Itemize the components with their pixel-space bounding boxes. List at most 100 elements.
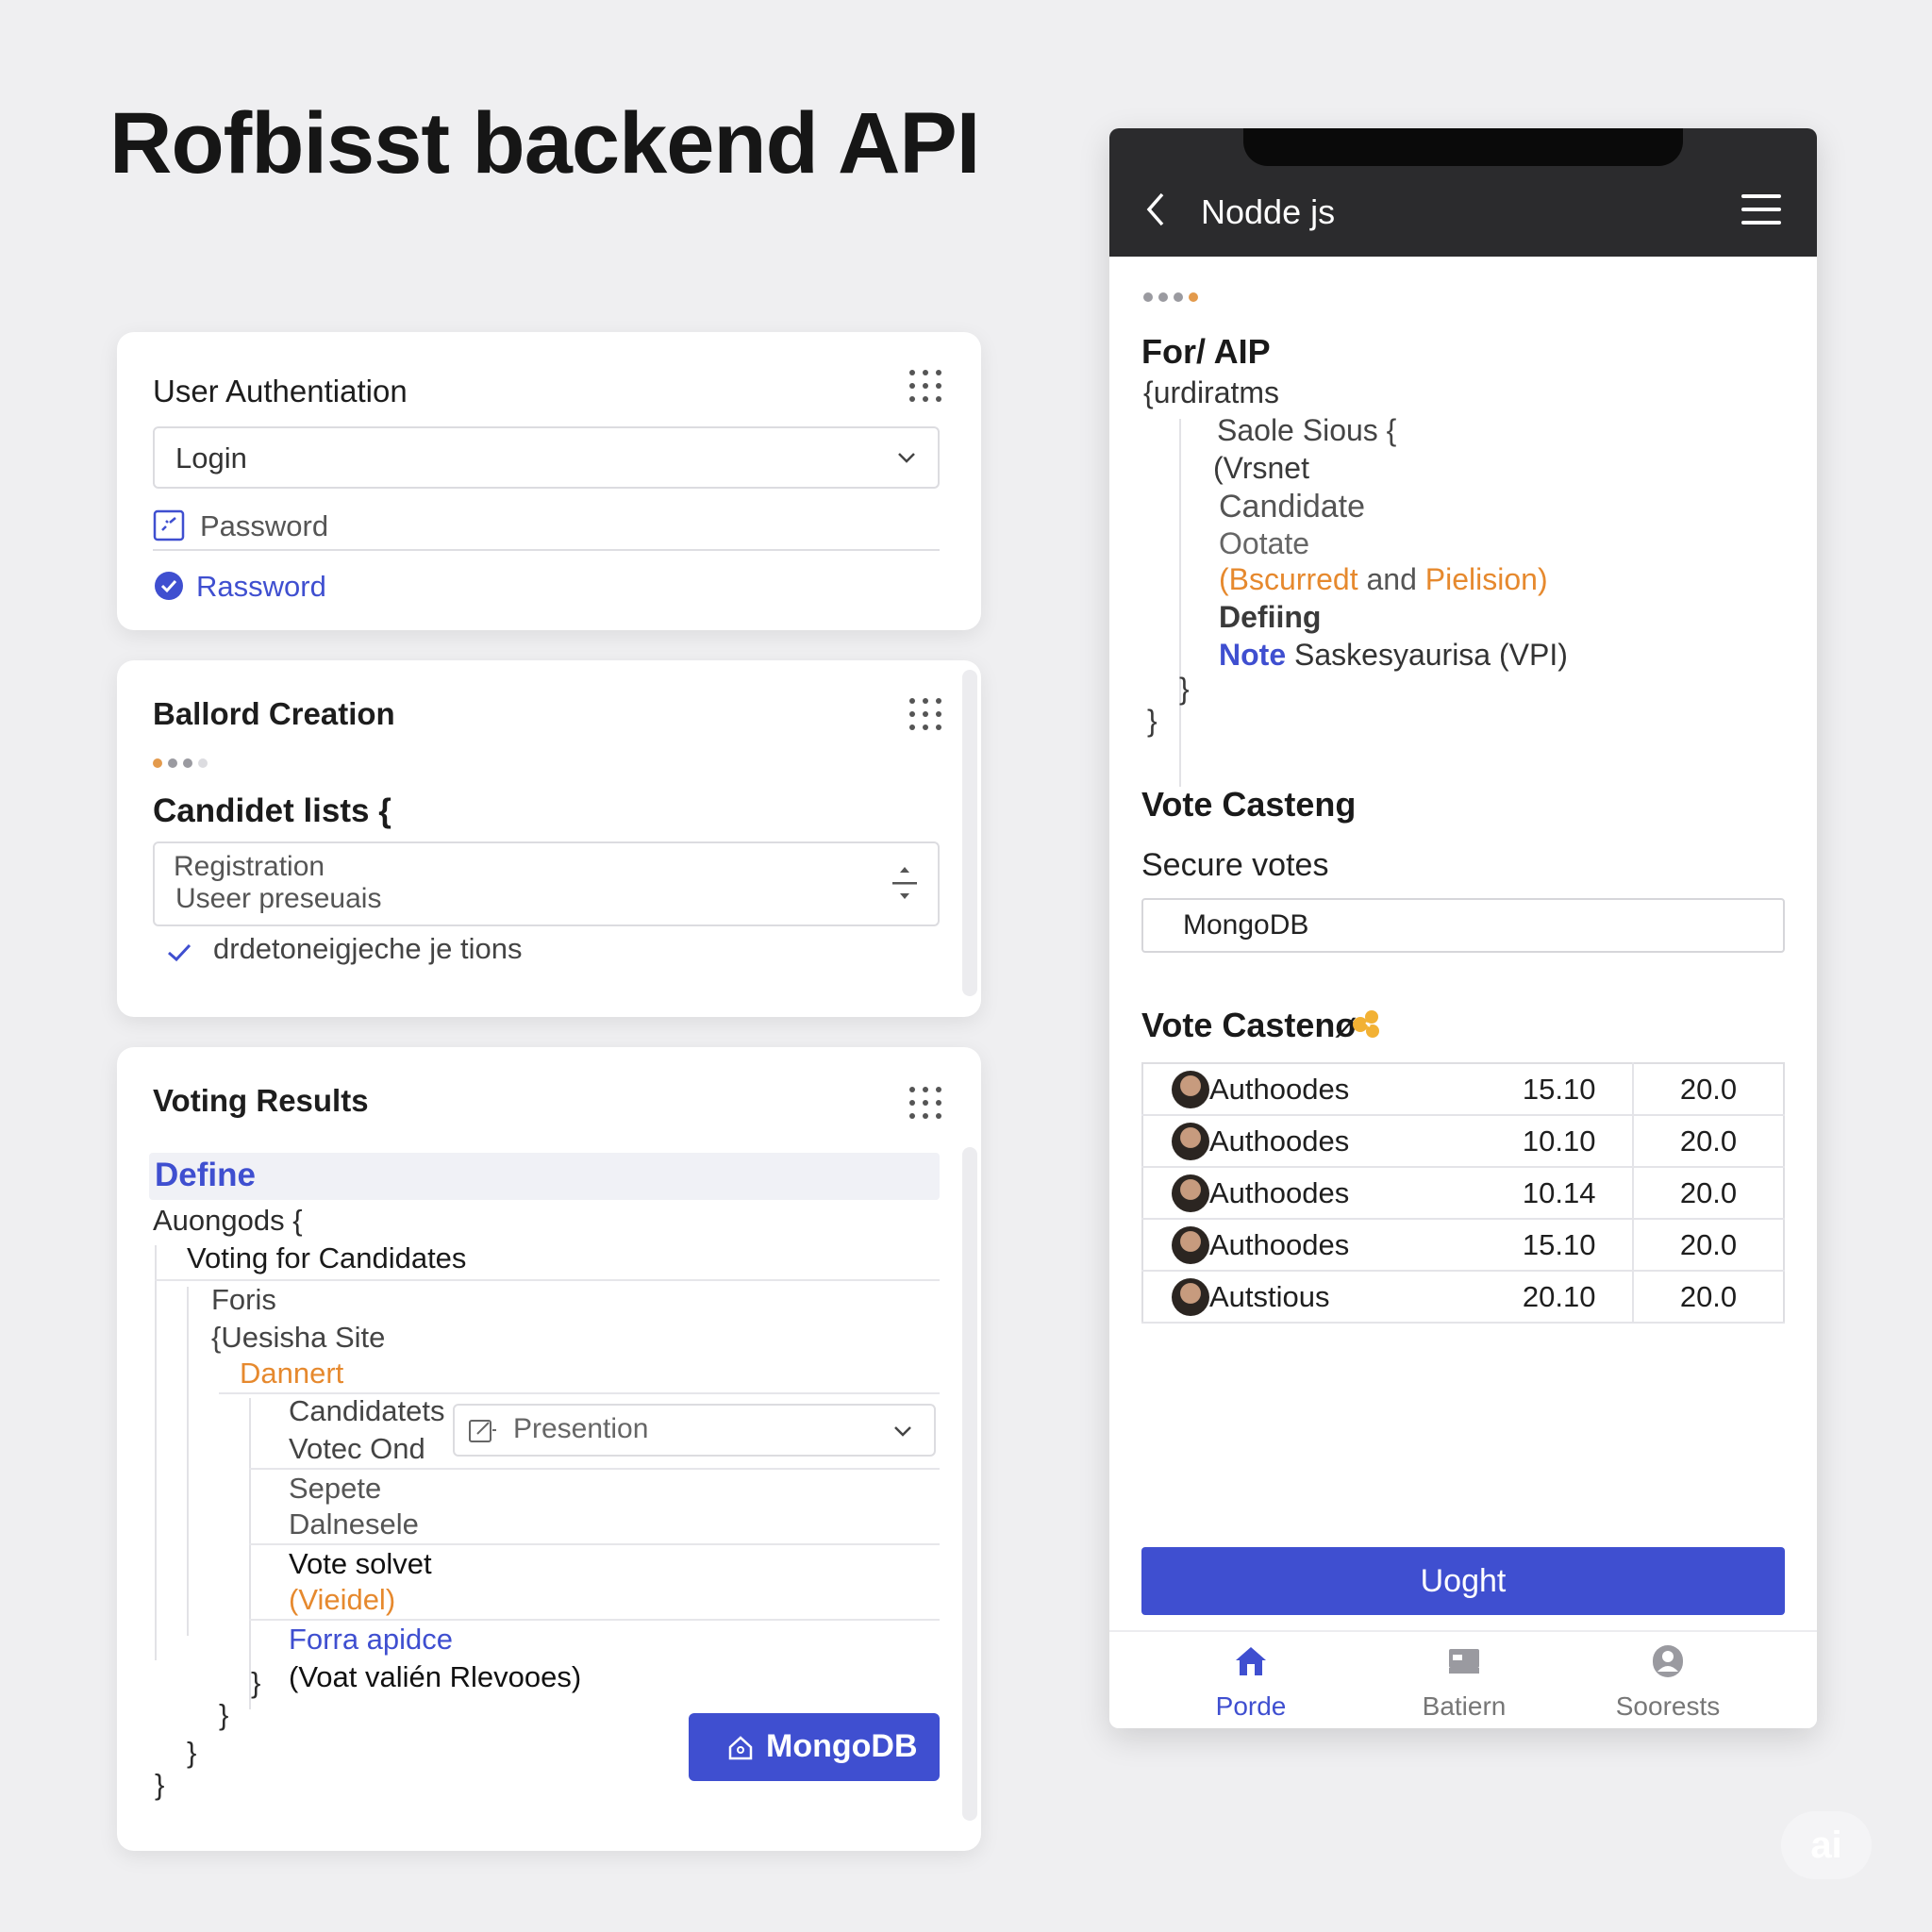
table-row[interactable]: Authoodes 15.10 20.0 (1142, 1219, 1784, 1272)
divider (155, 1279, 940, 1281)
avatar (1172, 1174, 1209, 1212)
login-select[interactable]: Login (153, 426, 940, 489)
table-row[interactable]: Autstious 20.10 20.0 (1142, 1271, 1784, 1324)
code-line: (Vieidel) (289, 1583, 396, 1616)
rassword-link[interactable]: Rassword (153, 560, 940, 617)
phone-notch (1243, 128, 1683, 166)
indent-guide (155, 1245, 157, 1660)
textarea-line: Useer preseuais (175, 883, 382, 914)
closing-brace: } (155, 1768, 165, 1801)
tab-label: Soorests (1615, 1691, 1721, 1721)
row-name: Authoodes (1209, 1063, 1487, 1116)
closing-brace: } (1179, 672, 1190, 706)
tab-porde[interactable]: Porde (1157, 1643, 1345, 1722)
check-circle-icon (155, 572, 183, 600)
code-line: Sepete (289, 1472, 382, 1505)
row-name: Authoodes (1209, 1219, 1487, 1272)
progress-dots (153, 758, 208, 768)
database-input-value: MongoDB (1183, 909, 1309, 941)
stepper-icon[interactable] (891, 864, 919, 902)
tab-bar: Porde Batiern Soorests (1109, 1630, 1817, 1728)
avatar (1172, 1122, 1209, 1160)
row-value: 20.0 (1632, 1219, 1784, 1272)
divider (249, 1619, 940, 1621)
row-value: 15.10 (1486, 1063, 1633, 1116)
phone-frame: Nodde js For/ AIP {urdiratms Saole Sious… (1109, 128, 1817, 1728)
password-field[interactable]: Password (153, 500, 940, 557)
indent-guide (1179, 419, 1181, 787)
indent-guide (249, 1398, 251, 1709)
auth-card: User Authentiation Login Password Rasswo… (117, 332, 981, 630)
closing-brace: } (1147, 704, 1158, 738)
code-token: Saskesyaurisa (VPI) (1286, 638, 1568, 672)
back-arrow-icon[interactable] (1141, 191, 1170, 228)
table-row[interactable]: Authoodes 10.10 20.0 (1142, 1115, 1784, 1168)
scrollbar[interactable] (962, 1147, 977, 1821)
mongodb-button-label: MongoDB (766, 1728, 918, 1764)
registration-textarea[interactable]: Registration Useer preseuais (153, 841, 940, 926)
textarea-line: Registration (174, 851, 325, 882)
header-title: Nodde js (1201, 192, 1336, 231)
house-icon (728, 1736, 753, 1760)
candidate-lists-heading: Candidet lists { (153, 792, 391, 829)
code-line: Note Saskesyaurisa (VPI) (1219, 638, 1568, 673)
avatar-cell (1142, 1115, 1209, 1168)
code-line: (Voat valién Rlevooes) (289, 1660, 582, 1693)
section-title: Vote Casteng (1141, 785, 1357, 824)
app-header: Nodde js (1109, 128, 1817, 257)
auth-card-title: User Authentiation (153, 374, 408, 408)
code-line: Votec Ond (289, 1432, 425, 1465)
drag-handle-icon[interactable] (909, 698, 941, 730)
avatar (1172, 1070, 1209, 1108)
avatar-cell (1142, 1167, 1209, 1220)
code-line: Forra apidce (289, 1623, 454, 1656)
presention-select[interactable]: Presention (453, 1404, 936, 1457)
avatar-cell (1142, 1063, 1209, 1116)
divider (249, 1468, 940, 1470)
results-card: Voting Results Define Auongods { Voting … (117, 1047, 981, 1851)
divider (153, 549, 940, 551)
presention-select-value: Presention (513, 1413, 649, 1444)
results-card-title: Voting Results (153, 1083, 369, 1118)
bed-icon (1449, 1649, 1479, 1674)
tab-soorests[interactable]: Soorests (1574, 1643, 1762, 1722)
row-name: Authoodes (1209, 1167, 1487, 1220)
define-row[interactable]: Define (149, 1153, 940, 1200)
primary-button[interactable]: Uoght (1141, 1547, 1785, 1615)
mongodb-button[interactable]: MongoDB (689, 1713, 940, 1781)
code-line: Foris (211, 1283, 276, 1316)
check-label: drdetoneigjeche je tions (213, 932, 523, 965)
sparkle-icon (1353, 1010, 1379, 1038)
code-line: Dannert (240, 1357, 344, 1390)
section-subtitle: Secure votes (1141, 847, 1329, 883)
code-line: {Uesisha Site (211, 1321, 386, 1354)
section-title: Vote Castenø (1141, 1006, 1357, 1044)
closing-brace: } (251, 1666, 261, 1699)
row-value: 20.0 (1632, 1115, 1784, 1168)
row-value: 20.10 (1486, 1271, 1633, 1324)
row-value: 20.0 (1632, 1063, 1784, 1116)
row-value: 15.10 (1486, 1219, 1633, 1272)
code-line: Voting for Candidates (187, 1241, 467, 1274)
login-select-value: Login (175, 441, 247, 475)
code-line: Saole Sious { (1217, 413, 1397, 447)
scrollbar[interactable] (962, 670, 977, 996)
row-value: 20.0 (1632, 1271, 1784, 1324)
code-heading: For/ AIP (1141, 332, 1271, 371)
table-row[interactable]: Authoodes 10.14 20.0 (1142, 1167, 1784, 1220)
table-row[interactable]: Authoodes 15.10 20.0 (1142, 1063, 1784, 1116)
hamburger-menu-icon[interactable] (1741, 194, 1781, 225)
code-line: Dalnesele (289, 1507, 419, 1541)
database-input[interactable]: MongoDB (1141, 898, 1785, 953)
closing-brace: } (187, 1736, 197, 1769)
tab-label: Batiern (1422, 1691, 1507, 1721)
drag-handle-icon[interactable] (909, 1087, 941, 1119)
closing-brace: } (219, 1698, 229, 1731)
code-line: (Vrsnet (1213, 451, 1309, 485)
avatar (1172, 1225, 1209, 1264)
code-line: Candidate (1219, 489, 1366, 525)
tab-batiern[interactable]: Batiern (1370, 1643, 1558, 1722)
row-value: 10.10 (1486, 1115, 1633, 1168)
row-value: 10.14 (1486, 1167, 1633, 1220)
drag-handle-icon[interactable] (909, 370, 941, 402)
